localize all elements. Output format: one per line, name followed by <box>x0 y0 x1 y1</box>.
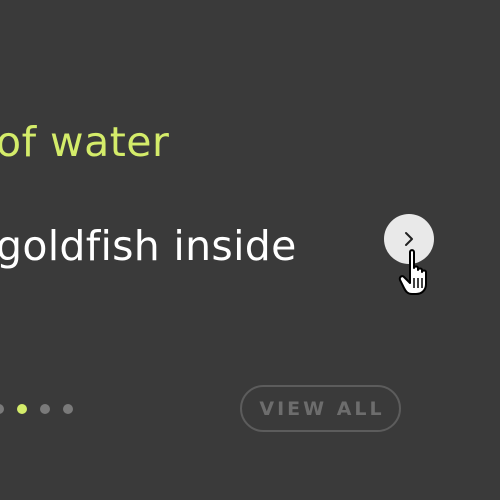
carousel-pagination <box>0 404 73 414</box>
view-all-button[interactable]: VIEW ALL <box>240 385 401 432</box>
slide-subline: goldfish inside <box>0 222 297 270</box>
pagination-dot[interactable] <box>63 404 73 414</box>
slide-headline: of water <box>0 118 170 166</box>
pagination-dot-active[interactable] <box>17 404 27 414</box>
carousel-slide: of water goldfish inside VIEW ALL <box>0 0 500 500</box>
pagination-dot[interactable] <box>40 404 50 414</box>
next-slide-button[interactable] <box>384 214 434 264</box>
chevron-right-icon <box>401 231 417 247</box>
pagination-dot[interactable] <box>0 404 4 414</box>
